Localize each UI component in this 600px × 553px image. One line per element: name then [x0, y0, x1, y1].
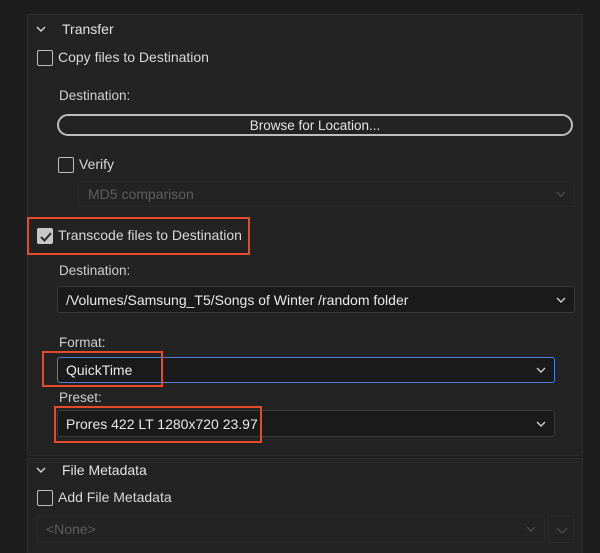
metadata-template-select: <None> — [36, 515, 545, 543]
file-metadata-section-title: File Metadata — [62, 462, 147, 478]
checkmark-icon — [40, 232, 52, 242]
transfer-section-title: Transfer — [62, 21, 114, 37]
preset-select[interactable]: Prores 422 LT 1280x720 23.97 — [57, 410, 555, 437]
verify-method-value: MD5 comparison — [88, 186, 194, 202]
chevron-down-icon — [536, 421, 546, 427]
transfer-section-header[interactable]: Transfer — [34, 20, 114, 38]
chevron-down-icon — [556, 527, 568, 534]
transcode-checkbox[interactable] — [37, 228, 53, 244]
format-label: Format: — [59, 335, 106, 350]
chevron-down-icon — [36, 26, 46, 33]
format-select[interactable]: QuickTime — [57, 357, 555, 383]
file-metadata-section-header[interactable]: File Metadata — [34, 461, 147, 479]
transcode-destination-value: /Volumes/Samsung_T5/Songs of Winter /ran… — [66, 291, 409, 308]
chevron-down-icon — [556, 191, 566, 197]
chevron-down-icon — [556, 297, 566, 303]
transcode-destination-select[interactable]: /Volumes/Samsung_T5/Songs of Winter /ran… — [57, 286, 575, 313]
verify-label: Verify — [79, 156, 115, 172]
destination-label: Destination: — [59, 88, 131, 103]
transcode-label: Transcode files to Destination — [58, 227, 242, 243]
verify-method-select: MD5 comparison — [78, 181, 575, 207]
transcode-destination-label: Destination: — [59, 263, 131, 278]
chevron-down-icon — [36, 467, 46, 474]
add-file-metadata-label: Add File Metadata — [58, 489, 172, 505]
copy-files-label: Copy files to Destination — [58, 49, 209, 65]
add-file-metadata-checkbox[interactable] — [37, 490, 53, 506]
ingest-settings-panel: Transfer Copy files to Destination Desti… — [0, 0, 600, 553]
metadata-template-value: <None> — [46, 521, 96, 537]
verify-checkbox[interactable] — [58, 157, 74, 173]
chevron-down-icon — [536, 367, 546, 373]
preset-label: Preset: — [59, 390, 102, 405]
copy-files-checkbox[interactable] — [37, 50, 53, 66]
browse-location-button[interactable]: Browse for Location... — [57, 114, 573, 136]
format-value: QuickTime — [66, 362, 133, 378]
chevron-down-icon — [526, 526, 536, 532]
metadata-options-button — [548, 515, 574, 543]
preset-value: Prores 422 LT 1280x720 23.97 — [66, 415, 258, 432]
